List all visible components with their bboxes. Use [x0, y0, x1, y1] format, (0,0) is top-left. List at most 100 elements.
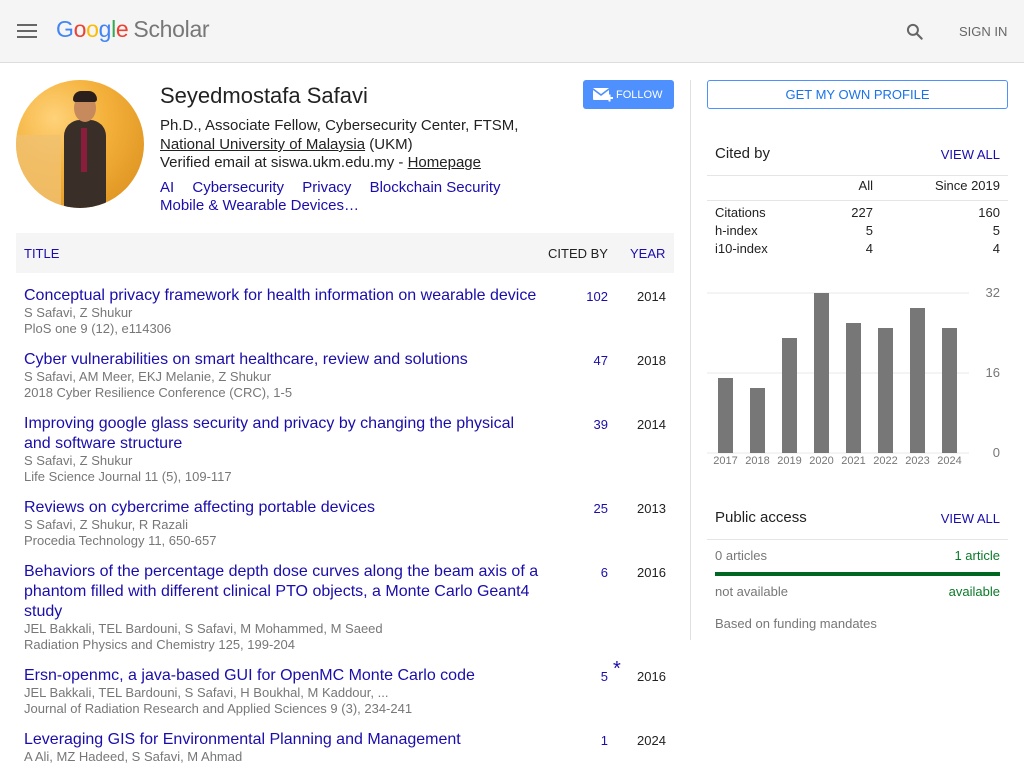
- article-year: 2018: [637, 353, 666, 368]
- public-access-progress-fill: [715, 572, 1000, 576]
- bar-2020[interactable]: [814, 293, 829, 453]
- article-title-link[interactable]: Leveraging GIS for Environmental Plannin…: [24, 730, 544, 750]
- cited-by-count-link[interactable]: 47: [594, 353, 608, 368]
- article-year: 2016: [637, 669, 666, 684]
- article-year: 2016: [637, 565, 666, 580]
- public-access-view-all-link[interactable]: VIEW ALL: [941, 511, 1000, 526]
- article-title-link[interactable]: Behaviors of the percentage depth dose c…: [24, 562, 544, 622]
- verified-email: Verified email at siswa.ukm.edu.my - Hom…: [160, 154, 481, 171]
- article-year: 2014: [637, 289, 666, 304]
- col-since: Since 2019: [934, 178, 1000, 193]
- article-year: 2014: [637, 417, 666, 432]
- cited-by-header: Cited by VIEW ALL: [707, 140, 1008, 176]
- sort-by-title[interactable]: TITLE: [24, 246, 59, 261]
- profile-affiliation: Ph.D., Associate Fellow, Cybersecurity C…: [160, 117, 519, 153]
- bar-2019[interactable]: [782, 338, 797, 453]
- x-tick-label: 2017: [713, 455, 737, 467]
- article-authors: JEL Bakkali, TEL Bardouni, S Safavi, H B…: [24, 685, 389, 700]
- article-venue: Journal of Radiation Research and Applie…: [24, 701, 413, 716]
- bar-2022[interactable]: [878, 328, 893, 453]
- follow-button[interactable]: FOLLOW: [583, 80, 674, 109]
- sort-by-year[interactable]: YEAR: [630, 246, 665, 261]
- top-app-bar: Google Scholar SIGN IN: [0, 0, 1024, 63]
- y-tick-label: 0: [993, 445, 1000, 460]
- interest-link[interactable]: Cybersecurity: [192, 179, 284, 196]
- cited-by-header: CITED BY: [548, 246, 608, 261]
- y-tick-label: 16: [986, 365, 1000, 380]
- stats-row: h-index 5 5: [715, 223, 1000, 238]
- x-tick-label: 2019: [777, 455, 801, 467]
- article-authors: A Ali, MZ Hadeed, S Safavi, M Ahmad: [24, 749, 243, 764]
- interest-link[interactable]: Blockchain Security: [370, 179, 501, 196]
- cited-by-title: Cited by: [715, 145, 771, 162]
- article-authors: S Safavi, AM Meer, EKJ Melanie, Z Shukur: [24, 369, 272, 384]
- article-year: 2024: [637, 733, 666, 748]
- article-venue: PloS one 9 (12), e114306: [24, 321, 172, 336]
- merged-citations-star-icon[interactable]: *: [613, 658, 621, 681]
- search-icon[interactable]: [905, 22, 925, 42]
- homepage-link[interactable]: Homepage: [408, 154, 481, 171]
- x-tick-label: 2021: [841, 455, 865, 467]
- stats-row: i10-index 4 4: [715, 241, 1000, 256]
- get-my-own-profile-button[interactable]: GET MY OWN PROFILE: [707, 80, 1008, 109]
- citations-per-year-chart: 0 16 32 2017 2018 2019 2020 2021 2022 2023 2024: [707, 285, 1000, 467]
- x-tick-label: 2023: [905, 455, 929, 467]
- article-title-link[interactable]: Improving google glass security and priv…: [24, 414, 544, 454]
- available-count: 1 article: [954, 548, 1000, 563]
- cited-by-view-all-link[interactable]: VIEW ALL: [941, 147, 1000, 162]
- column-divider: [690, 80, 691, 640]
- public-access-progress-bar: [715, 572, 1000, 576]
- available-label: available: [948, 584, 1000, 599]
- sign-in-link[interactable]: SIGN IN: [959, 24, 1007, 39]
- cited-by-count-link[interactable]: 39: [594, 417, 608, 432]
- article-authors: JEL Bakkali, TEL Bardouni, S Safavi, M M…: [24, 621, 383, 636]
- bar-2023[interactable]: [910, 308, 925, 453]
- article-title-link[interactable]: Ersn-openmc, a java-based GUI for OpenMC…: [24, 666, 544, 686]
- profile-avatar: [16, 80, 144, 208]
- article-authors: S Safavi, Z Shukur: [24, 453, 133, 468]
- not-available-count: 0 articles: [715, 548, 768, 563]
- google-scholar-logo[interactable]: Google Scholar: [56, 16, 210, 43]
- y-tick-label: 32: [986, 285, 1000, 300]
- interest-link[interactable]: Mobile & Wearable Devices…: [160, 197, 359, 214]
- cited-by-count-link[interactable]: 5: [601, 669, 608, 684]
- article-title-link[interactable]: Conceptual privacy framework for health …: [24, 286, 544, 306]
- university-link[interactable]: National University of Malaysia: [160, 136, 365, 153]
- interest-link[interactable]: AI: [160, 179, 174, 196]
- cited-by-count-link[interactable]: 6: [601, 565, 608, 580]
- interest-link[interactable]: Privacy: [302, 179, 351, 196]
- cited-by-count-link[interactable]: 25: [594, 501, 608, 516]
- cited-by-count-link[interactable]: 102: [586, 289, 608, 304]
- x-tick-label: 2022: [873, 455, 897, 467]
- bar-2021[interactable]: [846, 323, 861, 453]
- bar-2017[interactable]: [718, 378, 733, 453]
- cited-by-count-link[interactable]: 1: [601, 733, 608, 748]
- logo-product-name: Scholar: [133, 16, 210, 42]
- hamburger-menu-icon[interactable]: [17, 24, 37, 38]
- stats-header-row: All Since 2019: [707, 172, 1008, 201]
- funding-mandates-note: Based on funding mandates: [715, 616, 877, 631]
- article-venue: Life Science Journal 11 (5), 109-117: [24, 469, 232, 484]
- article-year: 2013: [637, 501, 666, 516]
- public-access-header: Public access VIEW ALL: [707, 504, 1008, 540]
- bar-2024[interactable]: [942, 328, 957, 453]
- profile-name: Seyedmostafa Safavi: [160, 83, 368, 108]
- article-venue: Procedia Technology 11, 650-657: [24, 533, 217, 548]
- citation-stats-table: All Since 2019 Citations 227 160 h-index…: [707, 172, 1008, 258]
- article-title-link[interactable]: Cyber vulnerabilities on smart healthcar…: [24, 350, 544, 370]
- article-venue: Radiation Physics and Chemistry 125, 199…: [24, 637, 295, 652]
- research-interests: AI Cybersecurity Privacy Blockchain Secu…: [160, 179, 540, 215]
- x-tick-label: 2018: [745, 455, 769, 467]
- public-access-title: Public access: [715, 509, 807, 526]
- article-venue: 2018 Cyber Resilience Conference (CRC), …: [24, 385, 293, 400]
- x-tick-label: 2024: [937, 455, 961, 467]
- not-available-label: not available: [715, 584, 788, 599]
- col-all: All: [858, 178, 873, 193]
- article-authors: S Safavi, Z Shukur, R Razali: [24, 517, 189, 532]
- article-authors: S Safavi, Z Shukur: [24, 305, 133, 320]
- stats-row: Citations 227 160: [715, 205, 1000, 220]
- bar-2018[interactable]: [750, 388, 765, 453]
- x-tick-label: 2020: [809, 455, 833, 467]
- article-title-link[interactable]: Reviews on cybercrime affecting portable…: [24, 498, 544, 518]
- mail-plus-icon: [593, 88, 613, 102]
